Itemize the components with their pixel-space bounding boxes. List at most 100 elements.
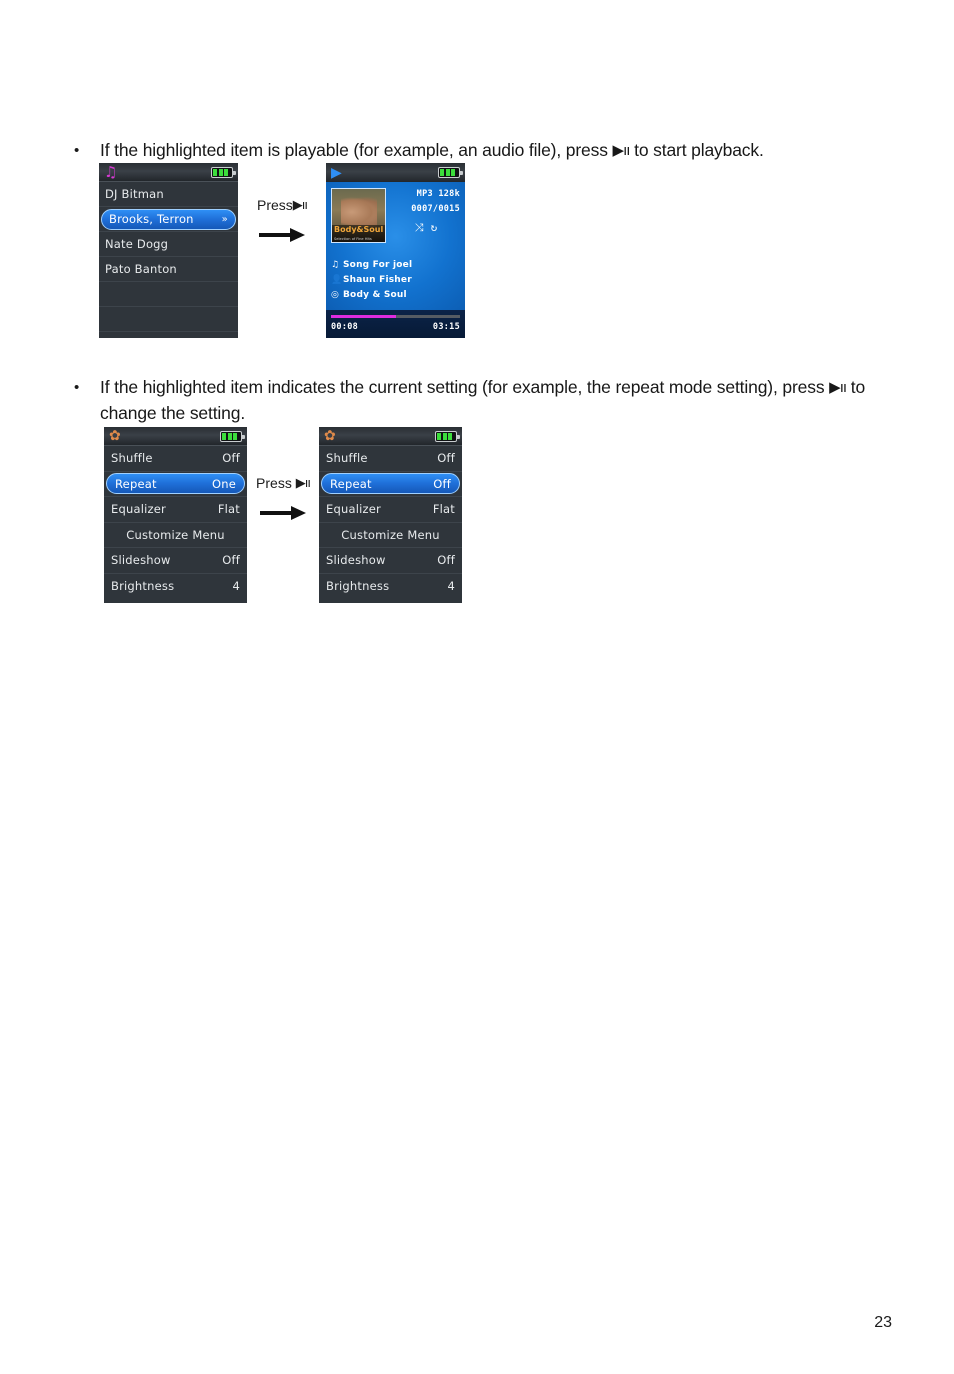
gear-icon: ✿: [324, 428, 336, 444]
artist-row: 👤 Shaun Fisher: [331, 273, 460, 288]
bullet-block-setting: • If the highlighted item indicates the …: [72, 375, 892, 426]
bullet-marker: •: [74, 142, 80, 159]
settings-titlebar: ✿: [104, 427, 247, 446]
settings-row-value: Off: [437, 553, 455, 568]
settings-row-brightness[interactable]: Brightness 4: [319, 574, 462, 600]
album-art-title: Body&Soul: [334, 225, 384, 234]
artist-name: Shaun Fisher: [343, 275, 412, 285]
play-pause-icon: ▶ıı: [295, 475, 311, 490]
play-icon: ▶: [331, 164, 342, 181]
settings-row-slideshow[interactable]: Slideshow Off: [319, 548, 462, 574]
now-playing-progress-area: 00:08 03:15: [326, 310, 465, 338]
settings-row-customize-menu[interactable]: Customize Menu: [104, 523, 247, 548]
settings-row-equalizer[interactable]: Equalizer Flat: [319, 497, 462, 523]
album-art-image: [341, 197, 377, 227]
device-screen-now-playing[interactable]: ▶ Body&Soul Selection of Fine Hits MP3 1…: [326, 163, 465, 338]
settings-row-value: Flat: [217, 502, 240, 517]
settings-row-repeat-selected[interactable]: Repeat One: [104, 472, 247, 497]
selection-pill: Repeat One: [106, 473, 245, 495]
battery-icon: [211, 166, 236, 178]
settings-row-value: 4: [232, 579, 240, 594]
progress-bar[interactable]: [331, 315, 460, 318]
settings-row-brightness[interactable]: Brightness 4: [104, 574, 247, 600]
settings-row-customize-menu[interactable]: Customize Menu: [319, 523, 462, 548]
settings-row-value: One: [211, 476, 236, 491]
device-screen-song-list[interactable]: ♫ DJ Bitman Brooks, Terron » Nate Dogg P…: [99, 163, 238, 338]
list-item-empty: [99, 282, 238, 307]
elapsed-time: 00:08: [331, 322, 359, 332]
track-title: Song For joel: [343, 260, 413, 270]
bullet-text-part-1: If the highlighted item indicates the cu…: [100, 377, 830, 397]
bullet-row: • If the highlighted item is playable (f…: [72, 138, 892, 164]
settings-row-label: Slideshow: [111, 553, 171, 568]
now-playing-track-info: ♫ Song For joel 👤 Shaun Fisher ◎ Body & …: [326, 256, 465, 303]
settings-row-label: Customize Menu: [341, 527, 440, 542]
battery-icon: [220, 430, 245, 442]
device-screen-settings-before[interactable]: ✿ Shuffle Off Repeat One Equalizer Flat …: [104, 427, 247, 603]
bullet-text-playable: If the highlighted item is playable (for…: [100, 138, 892, 164]
list-item[interactable]: Nate Dogg: [99, 232, 238, 257]
album-art: Body&Soul Selection of Fine Hits: [331, 188, 386, 243]
time-readout: 00:08 03:15: [331, 322, 460, 332]
track-counter-label: 0007/0015: [411, 204, 460, 214]
settings-row-value: 4: [447, 579, 455, 594]
settings-row-label: Shuffle: [111, 451, 153, 466]
settings-row-shuffle[interactable]: Shuffle Off: [319, 446, 462, 472]
press-instruction-two: Press ▶ıı: [247, 427, 319, 520]
audio-format-label: MP3 128k: [416, 189, 460, 199]
bullet-row: • If the highlighted item indicates the …: [72, 375, 892, 426]
settings-row-label: Equalizer: [111, 502, 166, 517]
total-time: 03:15: [432, 322, 460, 332]
list-item[interactable]: DJ Bitman: [99, 182, 238, 207]
progress-bar-fill: [331, 315, 396, 318]
settings-titlebar: ✿: [319, 427, 462, 446]
music-note-icon: ♫: [104, 163, 118, 181]
list-item-label: Nate Dogg: [105, 237, 169, 251]
list-item-selected[interactable]: Brooks, Terron »: [99, 207, 238, 232]
settings-row-repeat-selected[interactable]: Repeat Off: [319, 472, 462, 497]
settings-row-label: Equalizer: [326, 502, 381, 517]
selection-pill: Repeat Off: [321, 473, 460, 495]
settings-row-value: Off: [222, 451, 240, 466]
settings-row-label: Customize Menu: [126, 527, 225, 542]
figure-setting-example: ✿ Shuffle Off Repeat One Equalizer Flat …: [104, 427, 462, 603]
list-item-label: Pato Banton: [105, 262, 177, 276]
bullet-text-setting: If the highlighted item indicates the cu…: [100, 375, 892, 426]
list-screen-titlebar: ♫: [99, 163, 238, 182]
album-name: Body & Soul: [343, 290, 407, 300]
settings-list: Shuffle Off Repeat One Equalizer Flat Cu…: [104, 446, 247, 599]
repeat-icon[interactable]: ↻: [431, 221, 438, 235]
settings-row-label: Brightness: [326, 579, 390, 594]
settings-row-value: Off: [437, 451, 455, 466]
shuffle-icon[interactable]: ⤨: [415, 221, 424, 235]
settings-row-label: Shuffle: [326, 451, 368, 466]
settings-list: Shuffle Off Repeat Off Equalizer Flat Cu…: [319, 446, 462, 599]
figure-playback-example: ♫ DJ Bitman Brooks, Terron » Nate Dogg P…: [99, 163, 465, 338]
settings-row-label: Brightness: [111, 579, 175, 594]
list-item[interactable]: Pato Banton: [99, 257, 238, 282]
now-playing-titlebar: ▶: [326, 163, 465, 182]
disc-icon: ◎: [331, 290, 340, 300]
selection-pill: Brooks, Terron »: [101, 208, 236, 230]
right-arrow-icon: [259, 228, 305, 242]
press-label: Press ▶ıı: [256, 475, 311, 492]
settings-row-value: Off: [222, 553, 240, 568]
list-item-empty: [99, 307, 238, 332]
battery-icon: [435, 430, 460, 442]
album-art-subtitle: Selection of Fine Hits: [334, 236, 372, 241]
settings-row-equalizer[interactable]: Equalizer Flat: [104, 497, 247, 523]
device-screen-settings-after[interactable]: ✿ Shuffle Off Repeat Off Equalizer Flat …: [319, 427, 462, 603]
press-label-text: Press: [256, 475, 296, 491]
bullet-block-playable: • If the highlighted item is playable (f…: [72, 138, 892, 164]
bullet-text-part-1: If the highlighted item is playable (for…: [100, 140, 613, 160]
music-note-icon: ♫: [331, 260, 340, 270]
settings-row-slideshow[interactable]: Slideshow Off: [104, 548, 247, 574]
settings-row-label: Slideshow: [326, 553, 386, 568]
list-item-label: Brooks, Terron: [109, 212, 194, 226]
bullet-text-part-2: to start playback.: [629, 140, 764, 160]
track-title-row: ♫ Song For joel: [331, 258, 460, 273]
settings-row-value: Flat: [432, 502, 455, 517]
settings-row-shuffle[interactable]: Shuffle Off: [104, 446, 247, 472]
settings-row-label: Repeat: [330, 476, 372, 491]
play-pause-icon: ▶ıı: [829, 379, 847, 396]
